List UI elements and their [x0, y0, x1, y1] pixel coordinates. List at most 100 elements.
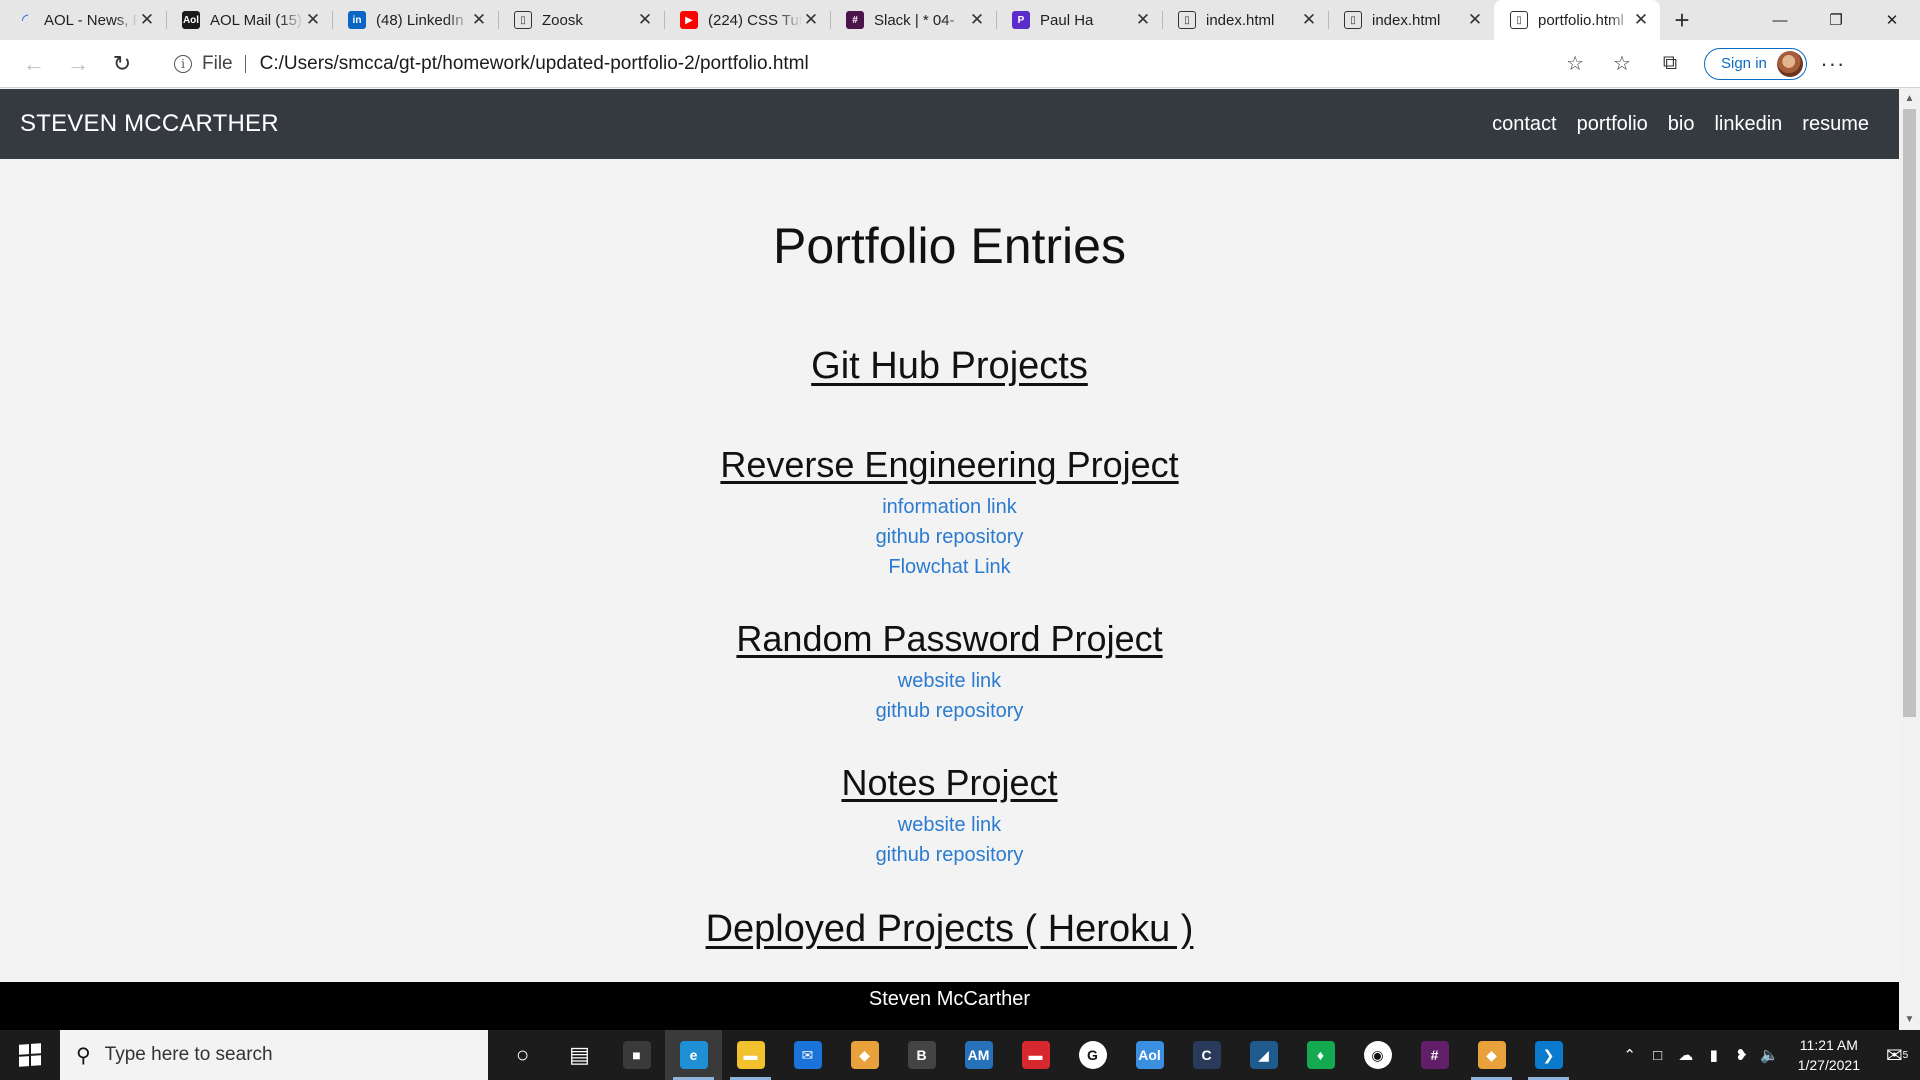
taskbar-app-button[interactable]: B — [893, 1030, 950, 1080]
browser-tab[interactable]: ◜ AOL - News, Politics, Sports, Mail & La… — [0, 0, 166, 40]
project-links: information link github repository Flowcha… — [0, 492, 1899, 582]
tab-close-icon[interactable]: ✕ — [1300, 10, 1318, 30]
tab-close-icon[interactable]: ✕ — [802, 10, 820, 30]
nav-link-bio[interactable]: bio — [1668, 113, 1695, 136]
tab-close-icon[interactable]: ✕ — [1466, 10, 1484, 30]
project-link[interactable]: github repository — [0, 840, 1899, 870]
mail-icon: ✉ — [793, 1041, 822, 1069]
close-window-button[interactable]: ✕ — [1864, 0, 1920, 40]
taskbar-app-button[interactable]: G — [1064, 1030, 1121, 1080]
taskbar-app-button[interactable]: ◉ — [1349, 1030, 1406, 1080]
restore-button[interactable]: ❐ — [1808, 0, 1864, 40]
tab-title: AOL Mail (15) — [210, 11, 302, 29]
taskbar-app-button[interactable]: e — [665, 1030, 722, 1080]
browser-tab[interactable]: ▯ index.html ✕ — [1328, 0, 1494, 40]
taskbar-app-button[interactable]: ♦ — [1292, 1030, 1349, 1080]
project-links: website link github repository — [0, 810, 1899, 870]
tab-close-icon[interactable]: ✕ — [470, 10, 488, 30]
site-brand[interactable]: STEVEN MCCARTHER — [20, 110, 279, 138]
wifi-icon[interactable]: ❥ — [1728, 1046, 1756, 1064]
nav-link-portfolio[interactable]: portfolio — [1577, 113, 1648, 136]
scroll-thumb[interactable] — [1903, 109, 1916, 717]
collections-icon[interactable]: ⧉ — [1646, 46, 1694, 82]
nav-link-linkedin[interactable]: linkedin — [1714, 113, 1782, 136]
tab-title: Zoosk — [542, 11, 583, 29]
favorites-icon[interactable]: ☆ — [1598, 46, 1646, 82]
tab-close-icon[interactable]: ✕ — [1134, 10, 1152, 30]
browser-tab[interactable]: in (48) LinkedIn ✕ — [332, 0, 498, 40]
tab-title: Slack | * 04- — [874, 11, 955, 29]
browser-tab[interactable]: Aol AOL Mail (15) ✕ — [166, 0, 332, 40]
tab-close-icon[interactable]: ✕ — [636, 10, 654, 30]
refresh-button[interactable]: ↻ — [100, 46, 144, 82]
scroll-up-arrow-icon[interactable]: ▲ — [1899, 89, 1920, 109]
taskbar-app-button[interactable]: AM — [950, 1030, 1007, 1080]
meet-now-icon[interactable]: □ — [1644, 1047, 1672, 1064]
taskbar-app-button[interactable]: ◢ — [1235, 1030, 1292, 1080]
tab-close-icon[interactable]: ✕ — [968, 10, 986, 30]
forward-button[interactable]: → — [56, 46, 100, 82]
card-app-icon: ▬ — [1021, 1041, 1050, 1069]
taskbar-app-button[interactable]: ▬ — [1007, 1030, 1064, 1080]
address-bar[interactable]: i File C:/Users/smcca/gt-pt/homework/upd… — [160, 45, 1598, 82]
amex-icon: AM — [964, 1041, 993, 1069]
taskbar-apps: ○ ▤ ■ e ▬ ✉ ◆ B AM ▬ G Aol C ◢ ♦ ◉ # ◆ ❯ — [494, 1030, 1577, 1080]
sign-in-button[interactable]: Sign in — [1704, 47, 1807, 80]
taskbar-app-button[interactable]: C — [1178, 1030, 1235, 1080]
taskbar-app-button[interactable]: ▤ — [551, 1030, 608, 1080]
taskbar-app-button[interactable]: # — [1406, 1030, 1463, 1080]
project-entry: Notes Project website link github reposito… — [0, 760, 1899, 870]
taskbar-app-button[interactable]: ◆ — [836, 1030, 893, 1080]
nav-link-resume[interactable]: resume — [1802, 113, 1869, 136]
notification-center-icon[interactable]: ✉ 5 — [1874, 1030, 1920, 1080]
onedrive-icon[interactable]: ☁ — [1672, 1046, 1700, 1064]
browser-tab[interactable]: ▯ Zoosk ✕ — [498, 0, 664, 40]
taskbar-app-button[interactable]: ✉ — [779, 1030, 836, 1080]
taskbar-app-button[interactable]: ❯ — [1520, 1030, 1577, 1080]
back-button[interactable]: ← — [12, 46, 56, 82]
more-menu-icon[interactable]: ··· — [1807, 51, 1859, 77]
taskbar-clock[interactable]: 11:21 AM 1/27/2021 — [1784, 1035, 1874, 1075]
new-tab-button[interactable]: + — [1660, 0, 1704, 40]
project-link[interactable]: Flowchat Link — [0, 552, 1899, 582]
tab-title: index.html — [1206, 11, 1275, 29]
battery-icon[interactable]: ▮ — [1700, 1046, 1728, 1064]
taskbar-search[interactable]: ⚲ Type here to search — [60, 1030, 488, 1080]
cortana-icon: ○ — [515, 1042, 530, 1067]
project-link[interactable]: website link — [0, 810, 1899, 840]
project-link[interactable]: website link — [0, 666, 1899, 696]
taskbar-app-button[interactable]: Aol — [1121, 1030, 1178, 1080]
tab-close-icon[interactable]: ✕ — [138, 10, 156, 30]
aol-mail-icon: Aol — [182, 11, 200, 29]
project-link[interactable]: github repository — [0, 522, 1899, 552]
browser-tab[interactable]: # Slack | * 04- ✕ — [830, 0, 996, 40]
project-link[interactable]: information link — [0, 492, 1899, 522]
taskbar-app-button[interactable]: ▬ — [722, 1030, 779, 1080]
browser-tab[interactable]: ▯ portfolio.html ✕ — [1494, 0, 1660, 40]
start-button[interactable] — [0, 1030, 60, 1080]
volume-icon[interactable]: 🔈 — [1756, 1046, 1784, 1064]
project-link[interactable]: github repository — [0, 696, 1899, 726]
minimize-button[interactable]: — — [1752, 0, 1808, 40]
tab-close-icon[interactable]: ✕ — [304, 10, 322, 30]
clock-date: 1/27/2021 — [1797, 1057, 1860, 1073]
linkedin-icon: in — [348, 11, 366, 29]
url-text[interactable]: C:/Users/smcca/gt-pt/homework/updated-po… — [260, 53, 1566, 75]
mysql-icon: ◢ — [1249, 1041, 1278, 1069]
slack-app-icon: # — [1420, 1041, 1449, 1069]
taskbar-app-button[interactable]: ■ — [608, 1030, 665, 1080]
site-info-icon[interactable]: i — [174, 54, 192, 73]
chevron-up-icon[interactable]: ⌃ — [1616, 1046, 1644, 1064]
browser-tab[interactable]: P Paul Ha ✕ — [996, 0, 1162, 40]
avatar — [1776, 50, 1803, 77]
taskbar-app-button[interactable]: ◆ — [1463, 1030, 1520, 1080]
taskbar-app-button[interactable]: ○ — [494, 1030, 551, 1080]
page-scrollbar[interactable]: ▲ ▼ — [1899, 89, 1920, 1030]
nav-link-contact[interactable]: contact — [1492, 113, 1556, 136]
add-favorite-icon[interactable]: ☆ — [1566, 51, 1584, 76]
tab-close-icon[interactable]: ✕ — [1632, 10, 1650, 30]
browser-tab[interactable]: ▯ index.html ✕ — [1162, 0, 1328, 40]
scroll-down-arrow-icon[interactable]: ▼ — [1899, 1010, 1920, 1030]
browser-tab[interactable]: ▶ (224) CSS Tutorial✕ — [664, 0, 830, 40]
browser-tab-strip: ◜ AOL - News, Politics, Sports, Mail & La… — [0, 0, 1920, 40]
